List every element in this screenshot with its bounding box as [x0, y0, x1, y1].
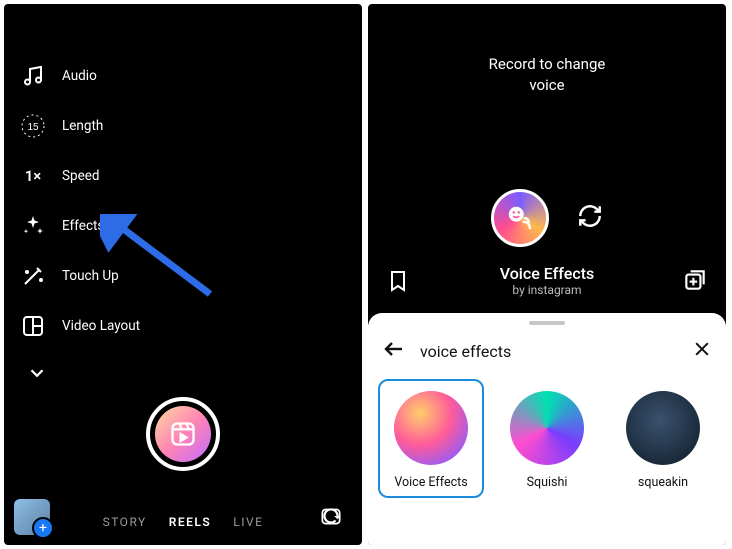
speed-icon: 1× [20, 163, 46, 189]
effect-card-label: Voice Effects [384, 475, 478, 490]
effect-card-label: Squishi [500, 475, 594, 490]
effect-preview-circle[interactable] [491, 189, 549, 247]
back-arrow-icon[interactable] [382, 337, 406, 365]
wand-icon [20, 263, 46, 289]
mode-story[interactable]: STORY [103, 515, 147, 529]
tool-label: Effects [62, 218, 104, 234]
effect-title: Voice Effects [500, 264, 595, 283]
sparkle-icon [20, 213, 46, 239]
mode-live[interactable]: LIVE [233, 515, 263, 529]
retry-icon[interactable] [577, 203, 603, 233]
tool-audio[interactable]: Audio [16, 54, 144, 98]
effect-card-voice-effects[interactable]: Voice Effects [378, 379, 484, 498]
shutter-button[interactable] [146, 397, 220, 471]
flip-camera-button[interactable] [314, 499, 348, 533]
tool-list: Audio 15 Length 1× Speed Effects Touch U… [16, 54, 144, 348]
effect-thumb [510, 391, 584, 465]
tool-speed[interactable]: 1× Speed [16, 154, 144, 198]
effect-card-squishi[interactable]: Squishi [494, 379, 600, 498]
effect-card-label: squeakin [616, 475, 710, 490]
record-hint: Record to change voice [368, 54, 726, 96]
tool-label: Speed [62, 168, 100, 184]
mode-reels[interactable]: REELS [169, 515, 211, 529]
effect-thumb [626, 391, 700, 465]
music-note-icon [20, 63, 46, 89]
reels-icon [155, 406, 211, 462]
search-row: voice effects [368, 333, 726, 375]
search-input[interactable]: voice effects [420, 342, 678, 361]
gallery-button[interactable] [14, 499, 50, 535]
svg-text:15: 15 [27, 122, 39, 133]
tool-touchup[interactable]: Touch Up [16, 254, 144, 298]
effect-results: Voice Effects Squishi squeakin [368, 375, 726, 498]
add-to-collection-icon[interactable] [682, 267, 708, 297]
effect-title-block: Voice Effects by instagram [500, 264, 595, 297]
tool-video-layout[interactable]: Video Layout [16, 304, 144, 348]
clear-search-icon[interactable] [692, 339, 712, 363]
effects-bottom-sheet: voice effects Voice Effects Squishi sque… [368, 313, 726, 545]
chevron-down-icon[interactable] [26, 362, 48, 388]
tool-label: Audio [62, 68, 97, 84]
tool-label: Touch Up [62, 268, 119, 284]
effect-thumb [394, 391, 468, 465]
effect-card-squeakin[interactable]: squeakin [610, 379, 716, 498]
layout-icon [20, 313, 46, 339]
tool-label: Video Layout [62, 318, 140, 334]
effect-preview-row [368, 189, 726, 247]
tool-effects[interactable]: Effects [16, 204, 144, 248]
effects-browse-screen: Record to change voice Voice Effects by … [368, 4, 726, 545]
mode-switcher: STORY REELS LIVE [4, 515, 362, 529]
sheet-grabber[interactable] [529, 321, 565, 325]
effect-author: by instagram [500, 283, 595, 297]
reels-create-screen: Audio 15 Length 1× Speed Effects Touch U… [4, 4, 362, 545]
tool-length[interactable]: 15 Length [16, 104, 144, 148]
length-icon: 15 [20, 113, 46, 139]
tool-label: Length [62, 118, 103, 134]
